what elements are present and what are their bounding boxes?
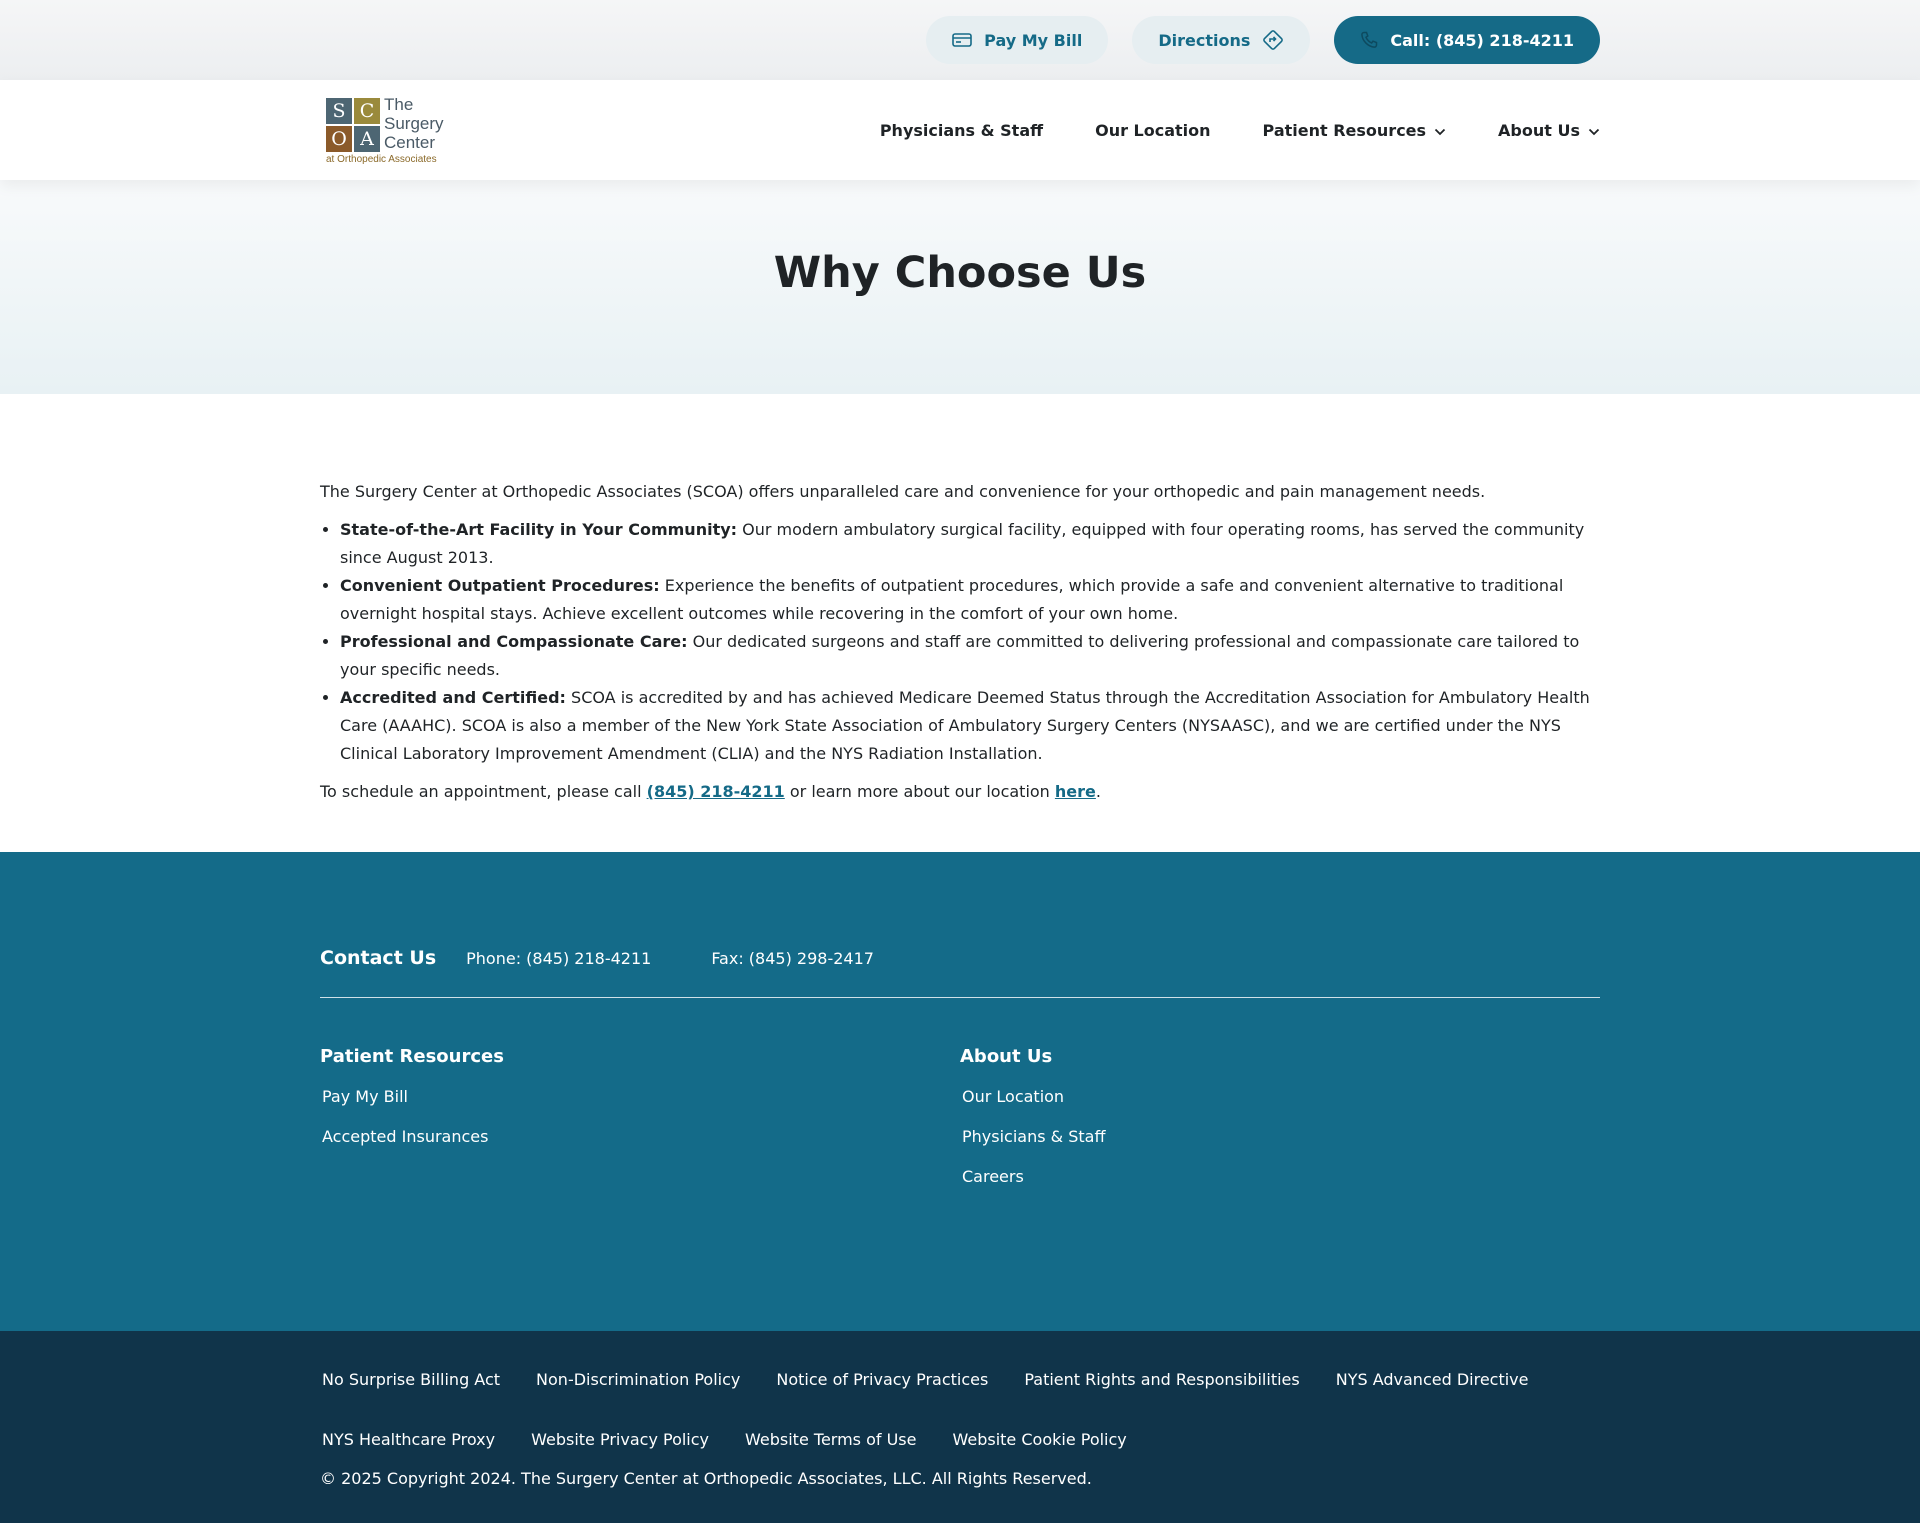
legal-link-non-discrimination[interactable]: Non-Discrimination Policy [536,1370,740,1389]
list-item: Professional and Compassionate Care: Our… [340,628,1600,684]
footer-link-our-location[interactable]: Our Location [962,1077,1600,1117]
nav-about-us[interactable]: About Us [1498,121,1600,140]
pay-my-bill-label: Pay My Bill [984,30,1083,50]
list-item: Convenient Outpatient Procedures: Experi… [340,572,1600,628]
legal-link-patient-rights[interactable]: Patient Rights and Responsibilities [1024,1370,1299,1389]
list-item: Accredited and Certified: SCOA is accred… [340,684,1600,768]
intro-paragraph: The Surgery Center at Orthopedic Associa… [320,482,1486,501]
phone-icon [1360,31,1378,49]
nav-our-location[interactable]: Our Location [1095,121,1210,140]
hero-banner: Why Choose Us [0,180,1920,394]
chevron-down-icon [1434,121,1446,140]
legal-links-row-2: NYS Healthcare Proxy Website Privacy Pol… [322,1419,1600,1459]
legal-link-website-privacy[interactable]: Website Privacy Policy [531,1430,709,1449]
contact-title: Contact Us [320,947,437,969]
footer-link-careers[interactable]: Careers [962,1157,1600,1197]
nav-patient-resources[interactable]: Patient Resources [1263,121,1447,140]
legal-link-advanced-directive[interactable]: NYS Advanced Directive [1336,1370,1529,1389]
credit-card-icon [952,32,972,48]
site-logo[interactable]: S C O A The Surgery Center at Orthopedic… [326,95,444,165]
footer-link-physicians-staff[interactable]: Physicians & Staff [962,1117,1600,1157]
footer-col-patient-resources: Patient Resources Pay My Bill Accepted I… [320,1046,960,1197]
logo-mark: S C O A [326,98,380,152]
legal-bar: No Surprise Billing Act Non-Discriminati… [0,1331,1920,1523]
schedule-phone-link[interactable]: (845) 218-4211 [647,782,785,801]
chevron-down-icon [1588,121,1600,140]
footer-divider [320,997,1600,998]
logo-letter-a: A [354,126,380,152]
call-button[interactable]: Call: (845) 218-4211 [1334,16,1600,64]
footer-fax: Fax: (845) 298-2417 [711,948,874,968]
legal-link-terms-of-use[interactable]: Website Terms of Use [745,1430,916,1449]
call-label: Call: (845) 218-4211 [1390,30,1574,50]
footer-col-title: Patient Resources [320,1046,504,1067]
footer-link-accepted-insurances[interactable]: Accepted Insurances [322,1117,960,1157]
logo-text: The Surgery Center [384,95,444,152]
directions-label: Directions [1158,30,1251,50]
main-content: The Surgery Center at Orthopedic Associa… [0,394,1920,852]
footer-link-pay-my-bill[interactable]: Pay My Bill [322,1077,960,1117]
copyright-text: © 2025 Copyright 2024. The Surgery Cente… [320,1469,1092,1488]
logo-letter-s: S [326,98,352,124]
logo-letter-o: O [326,126,352,152]
contact-row: Contact Us Phone: (845) 218-4211 Fax: (8… [320,942,1600,974]
page-title: Why Choose Us [773,248,1147,298]
benefits-list: State-of-the-Art Facility in Your Commun… [340,516,1600,768]
logo-subtitle: at Orthopedic Associates [326,154,437,165]
site-header: S C O A The Surgery Center at Orthopedic… [0,80,1920,180]
legal-link-privacy-practices[interactable]: Notice of Privacy Practices [776,1370,988,1389]
nav-physicians-staff[interactable]: Physicians & Staff [880,121,1043,140]
site-footer: Contact Us Phone: (845) 218-4211 Fax: (8… [0,852,1920,1331]
legal-link-healthcare-proxy[interactable]: NYS Healthcare Proxy [322,1430,495,1449]
directions-button[interactable]: Directions [1132,16,1311,64]
footer-col-title: About Us [960,1046,1053,1067]
footer-phone[interactable]: Phone: (845) 218-4211 [466,949,651,968]
list-item: State-of-the-Art Facility in Your Commun… [340,516,1600,572]
pay-my-bill-button[interactable]: Pay My Bill [926,16,1109,64]
utility-bar: Pay My Bill Directions Call: (845) 218-4… [0,0,1920,80]
legal-link-no-surprise-billing[interactable]: No Surprise Billing Act [322,1370,500,1389]
schedule-paragraph: To schedule an appointment, please call … [320,782,1101,801]
footer-col-about-us: About Us Our Location Physicians & Staff… [960,1046,1600,1197]
logo-letter-c: C [354,98,380,124]
directions-icon [1262,29,1284,51]
legal-link-cookie-policy[interactable]: Website Cookie Policy [952,1430,1126,1449]
location-here-link[interactable]: here [1055,782,1096,801]
main-nav: Physicians & Staff Our Location Patient … [880,121,1600,140]
legal-links-row-1: No Surprise Billing Act Non-Discriminati… [322,1359,1600,1399]
